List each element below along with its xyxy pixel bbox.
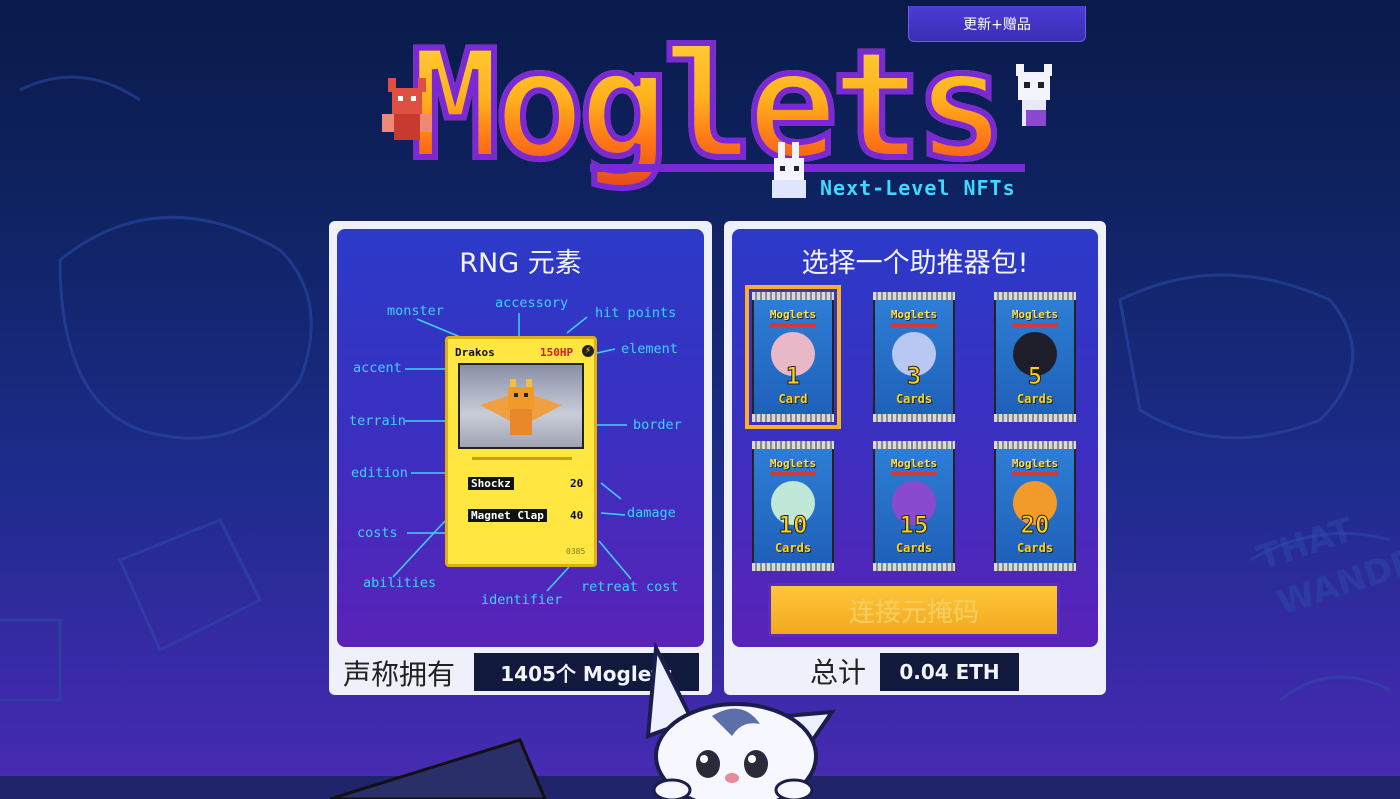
- pack-crimp: [994, 292, 1076, 300]
- pack-card-unit: Cards: [895, 392, 933, 406]
- label-retreat-cost: retreat cost: [581, 579, 679, 595]
- pack-card-count: 15: [899, 511, 929, 540]
- label-accent: accent: [353, 360, 402, 376]
- peeking-cat-mascot: [645, 640, 837, 799]
- label-identifier: identifier: [481, 592, 563, 608]
- pack-card-unit: Cards: [1016, 392, 1054, 406]
- pack-card-unit: Cards: [774, 541, 812, 555]
- pack-crimp: [873, 414, 955, 422]
- claimed-label: 声称拥有: [343, 658, 456, 691]
- pack-card-unit: Cards: [1016, 541, 1054, 555]
- pack-crimp: [994, 441, 1076, 449]
- label-edition: edition: [351, 465, 408, 481]
- pack-card-unit: Card: [778, 392, 808, 406]
- pack-brand-bar: [891, 472, 937, 476]
- pack-brand: Moglets: [1011, 457, 1059, 470]
- ability-name-2: Magnet Clap: [468, 509, 547, 522]
- pack-card-count: 3: [906, 362, 922, 391]
- pack-brand: Moglets: [1011, 308, 1059, 321]
- card-edition-bar: [472, 457, 572, 460]
- label-costs: costs: [357, 525, 398, 541]
- ability-damage-1: 20: [570, 477, 584, 490]
- svg-text:THAT: THAT: [1252, 510, 1359, 579]
- label-accessory: accessory: [495, 295, 569, 311]
- pack-crimp: [873, 441, 955, 449]
- pack-crimp: [994, 563, 1076, 571]
- card-identifier: 0385: [566, 547, 586, 556]
- logo-title: Moglets: [407, 19, 1009, 193]
- pack-crimp: [752, 563, 834, 571]
- label-damage: damage: [627, 505, 676, 521]
- label-hit-points: hit points: [595, 305, 677, 321]
- ability-row-2: Magnet Clap 40: [468, 509, 590, 525]
- pack-crimp: [873, 563, 955, 571]
- pack-card-count: 20: [1020, 511, 1050, 540]
- label-element: element: [621, 341, 678, 357]
- red-dragon-mascot: [382, 78, 432, 140]
- pack-brand: Moglets: [769, 308, 817, 321]
- booster-pack-10[interactable]: Moglets 10 Cards: [752, 441, 834, 571]
- ability-row-1: Shockz 20: [468, 477, 590, 493]
- booster-pack-3[interactable]: Moglets 3 Cards: [873, 292, 955, 422]
- pack-card-count: 10: [778, 511, 808, 540]
- logo: Moglets Next-Level NFTs: [380, 19, 1060, 206]
- booster-pack-15[interactable]: Moglets 15 Cards: [873, 441, 955, 571]
- pack-brand: Moglets: [890, 308, 938, 321]
- booster-pack-5[interactable]: Moglets 5 Cards: [994, 292, 1076, 422]
- card-hp: 150HP: [540, 346, 574, 359]
- pack-brand-bar: [770, 323, 816, 327]
- dragon-icon: [480, 379, 562, 435]
- pack-brand-bar: [1012, 472, 1058, 476]
- pack-card-count: 1: [785, 362, 801, 391]
- pack-crimp: [873, 292, 955, 300]
- pack-card-count: 5: [1027, 362, 1043, 391]
- pack-crimp: [752, 292, 834, 300]
- label-terrain: terrain: [349, 413, 406, 429]
- pack-brand-bar: [1012, 323, 1058, 327]
- label-border: border: [633, 417, 682, 433]
- card-name: Drakos: [455, 346, 495, 359]
- white-cat-mascot: [1016, 64, 1052, 126]
- total-price: 0.04 ETH: [880, 653, 1019, 691]
- pack-crimp: [752, 414, 834, 422]
- pack-card-unit: Cards: [895, 541, 933, 555]
- svg-text:WANDE: WANDE: [1272, 542, 1400, 624]
- pack-brand: Moglets: [890, 457, 938, 470]
- label-abilities: abilities: [363, 575, 437, 591]
- rng-elements-panel: RNG 元素 monster accessory hit points elem…: [329, 221, 712, 695]
- logo-tagline: Next-Level NFTs: [820, 176, 1016, 200]
- ability-damage-2: 40: [570, 509, 584, 522]
- pack-brand-bar: [770, 472, 816, 476]
- ability-name-1: Shockz: [468, 477, 514, 490]
- connect-metamask-button[interactable]: 连接元掩码: [768, 583, 1060, 637]
- sample-card: Drakos 150HP ⚡ Shockz 20 Magnet Clap 40 …: [445, 336, 597, 567]
- element-icon: ⚡: [582, 345, 594, 357]
- booster-pack-20[interactable]: Moglets 20 Cards: [994, 441, 1076, 571]
- card-art: [458, 363, 584, 449]
- white-bunny-mascot: [772, 142, 806, 198]
- pack-crimp: [994, 414, 1076, 422]
- booster-panel-title: 选择一个助推器包!: [801, 248, 1029, 279]
- pack-crimp: [752, 441, 834, 449]
- pack-brand: Moglets: [769, 457, 817, 470]
- pack-brand-bar: [891, 323, 937, 327]
- label-monster: monster: [387, 303, 444, 319]
- booster-pack-1[interactable]: Moglets 1 Card: [745, 285, 841, 429]
